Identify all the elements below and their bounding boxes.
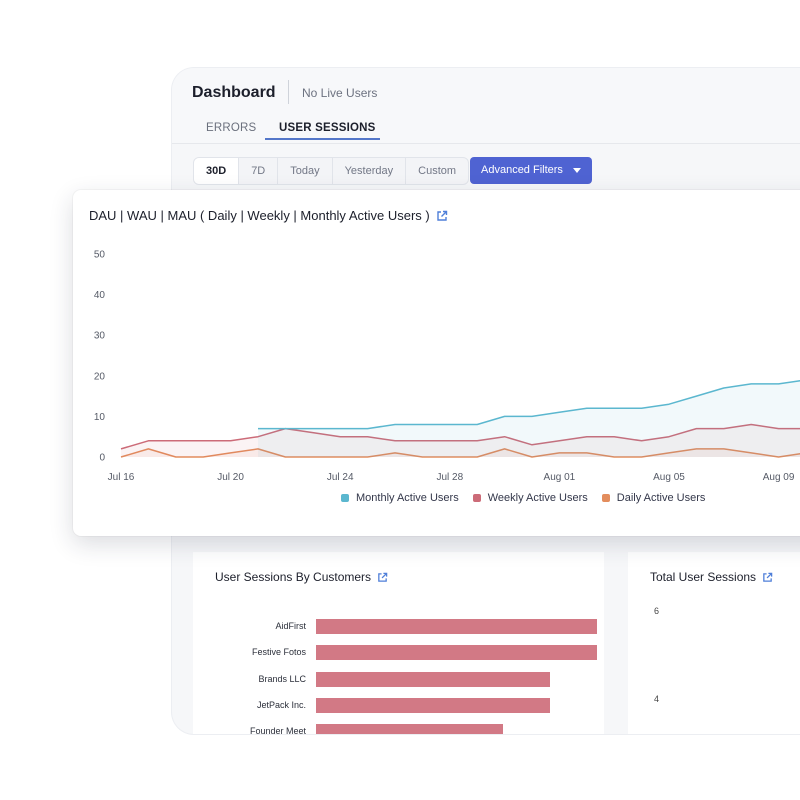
- bar-category-label: Brands LLC: [258, 673, 306, 684]
- dashboard-header: Dashboard No Live Users ERRORS USER SESS…: [172, 68, 800, 144]
- range-7d-button[interactable]: 7D: [239, 158, 279, 184]
- range-30d-button[interactable]: 30D: [194, 158, 240, 184]
- tab-errors[interactable]: ERRORS: [206, 122, 256, 134]
- legend-wau-label: Weekly Active Users: [487, 492, 588, 504]
- external-link-icon[interactable]: [762, 572, 773, 583]
- customer-bar[interactable]: [316, 697, 551, 713]
- legend-mau[interactable]: Monthly Active Users: [341, 492, 459, 504]
- total-card-title-text: Total User Sessions: [650, 570, 757, 584]
- live-users-status: No Live Users: [302, 86, 378, 100]
- x-tick-label: Aug 05: [653, 472, 685, 483]
- y-tick-label: 10: [94, 412, 106, 423]
- bar-category-label: JetPack Inc.: [256, 699, 306, 710]
- legend-swatch: [601, 494, 610, 502]
- customers-card: User Sessions By Customers AidFirst Festi…: [193, 552, 604, 734]
- x-tick-label: Aug 09: [763, 472, 795, 483]
- x-tick-label: Jul 24: [327, 472, 354, 483]
- total-y-tick: 4: [654, 694, 660, 704]
- y-tick-label: 30: [94, 331, 106, 342]
- y-tick-label: 0: [99, 453, 105, 464]
- x-tick-label: Jul 16: [108, 472, 135, 483]
- legend-swatch: [341, 494, 349, 502]
- advanced-filters-label: Advanced Filters: [481, 164, 563, 176]
- total-sessions-card: Total User Sessions 6 4: [628, 552, 800, 734]
- title-divider: [288, 80, 289, 104]
- total-card-title: Total User Sessions: [650, 570, 773, 584]
- legend-wau[interactable]: Weekly Active Users: [472, 492, 588, 504]
- date-range-selector: 30D 7D Today Yesterday Custom: [193, 157, 470, 185]
- advanced-filters-button[interactable]: Advanced Filters: [470, 157, 592, 184]
- range-yesterday-button[interactable]: Yesterday: [333, 158, 407, 184]
- active-users-line-chart: 0 10 20 30 40 50 Jul 16 Jul 20 Jul 24 Jul 28 Aug 0…: [94, 250, 800, 483]
- external-link-icon[interactable]: [377, 572, 388, 583]
- legend-mau-label: Monthly Active Users: [356, 492, 459, 504]
- legend-dau-label: Daily Active Users: [616, 492, 706, 504]
- range-custom-button[interactable]: Custom: [406, 158, 468, 184]
- customer-bar[interactable]: [316, 724, 504, 734]
- customers-card-title-text: User Sessions By Customers: [215, 570, 372, 584]
- bar-category-label: AidFirst: [275, 621, 306, 631]
- legend-swatch: [472, 494, 481, 502]
- caret-down-icon: [573, 168, 581, 173]
- customer-bar[interactable]: [316, 645, 597, 661]
- customers-card-title: User Sessions By Customers: [215, 570, 388, 584]
- total-y-tick: 6: [654, 606, 660, 616]
- bar-category-label: Festive Fotos: [251, 647, 306, 658]
- range-today-button[interactable]: Today: [278, 158, 333, 184]
- bar-category-label: Founder Meet: [249, 726, 306, 734]
- y-tick-label: 50: [94, 250, 106, 261]
- x-tick-label: Aug 01: [544, 472, 576, 483]
- legend-dau[interactable]: Daily Active Users: [601, 492, 706, 504]
- y-tick-label: 20: [94, 371, 106, 382]
- x-tick-label: Jul 28: [436, 472, 463, 483]
- active-users-chart-card: DAU | WAU | MAU ( Daily | Weekly | Month…: [73, 190, 800, 536]
- page-title: Dashboard: [192, 84, 276, 101]
- y-tick-label: 40: [94, 290, 106, 301]
- customer-bar[interactable]: [316, 619, 597, 634]
- active-tab-indicator: [265, 138, 380, 140]
- customer-bar[interactable]: [316, 671, 551, 687]
- chart-legend: Monthly Active Users Weekly Active Users…: [341, 492, 705, 504]
- x-tick-label: Jul 20: [217, 472, 244, 483]
- tab-user-sessions[interactable]: USER SESSIONS: [279, 122, 376, 134]
